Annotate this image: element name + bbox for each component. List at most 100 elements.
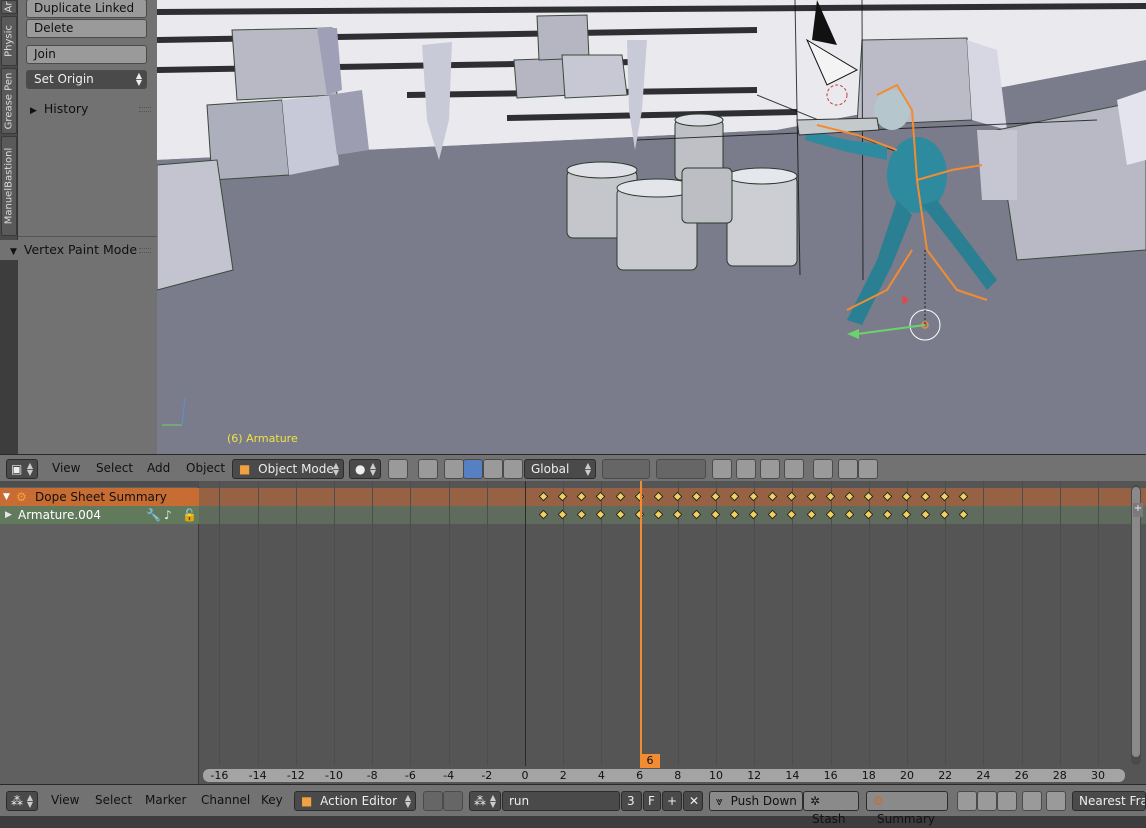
new-action-icon[interactable]: + <box>662 791 682 811</box>
render-camera-icon[interactable] <box>838 459 858 479</box>
sphere-icon: ● <box>355 462 366 476</box>
vertical-scrollbar[interactable] <box>1131 485 1141 765</box>
layers-grid-2[interactable] <box>656 459 706 479</box>
lock-icon[interactable]: 🔓 <box>182 506 197 524</box>
editor-mode-dropdown[interactable]: ■ Action Editor ▲ ▼ <box>294 791 416 811</box>
orientation-dropdown[interactable]: Global ▲ ▼ <box>524 459 596 479</box>
channel-dope-sheet-summary[interactable]: ▼ ⚙ Dope Sheet Summary <box>0 488 199 506</box>
menu-select[interactable]: Select <box>95 787 132 814</box>
editor-type-button[interactable]: ▣ ▲ ▼ <box>6 459 38 479</box>
grid-line <box>295 481 297 766</box>
snap-element-icon[interactable] <box>784 459 804 479</box>
delete-button[interactable]: Delete <box>26 19 147 38</box>
collapse-arrow-icon: ▼ <box>10 247 17 257</box>
fake-user-button[interactable]: F <box>643 791 661 811</box>
menu-key[interactable]: Key <box>261 787 283 814</box>
wrench-icon[interactable]: 🔧 <box>146 506 161 524</box>
ruler-tick-label: 30 <box>1091 769 1105 782</box>
join-button[interactable]: Join <box>26 45 147 64</box>
expand-arrow-icon: ▶ <box>30 106 37 116</box>
manipulator-toggle-icon[interactable] <box>444 459 464 479</box>
ruler-tick-label: 22 <box>938 769 953 782</box>
drag-grip-icon[interactable] <box>139 248 151 253</box>
duplicate-linked-button[interactable]: Duplicate Linked <box>26 0 147 18</box>
vertex-paint-panel-header[interactable]: ▼ Vertex Paint Mode <box>0 240 157 260</box>
ruler-tick-label: 0 <box>521 769 529 782</box>
stash-button[interactable]: ✲ Stash <box>803 791 859 826</box>
menu-view[interactable]: View <box>52 455 80 482</box>
tab-manuelbastionl[interactable]: ManuelBastionl <box>1 136 17 236</box>
action-users-count[interactable]: 3 <box>621 791 642 811</box>
updown-arrows-icon: ▲ ▼ <box>26 461 33 477</box>
menu-marker[interactable]: Marker <box>145 787 186 814</box>
ruler-tick-label: -2 <box>481 769 493 782</box>
channel-armature[interactable]: ▶ Armature.004 🔧 ♪ 🔓 <box>0 506 199 524</box>
ruler-tick-label: 6 <box>636 769 644 782</box>
grid-line <box>257 481 259 766</box>
summary-toggle[interactable]: ⚙ Summary <box>866 791 948 826</box>
dope-sheet-timeline[interactable]: 6 -16 -14 -12 -10 -8 -6 -4 -2 0 2 4 6 8 10 12 14 16 18 20 2… <box>199 481 1146 784</box>
lock-layers-icon[interactable] <box>712 459 732 479</box>
grid-line <box>410 481 412 766</box>
set-origin-dropdown[interactable]: Set Origin ▲ ▼ <box>26 70 147 89</box>
current-frame-line[interactable] <box>640 481 642 766</box>
dopesheet-icon: ⁂ <box>11 794 23 808</box>
3d-viewport[interactable]: (6) Armature <box>157 0 1146 454</box>
menu-channel[interactable]: Channel <box>201 787 250 814</box>
grid-line <box>334 481 335 766</box>
proportional-edit-icon[interactable] <box>736 459 756 479</box>
menu-select[interactable]: Select <box>96 455 133 482</box>
grid-line <box>830 481 832 766</box>
drag-grip-icon[interactable] <box>139 107 151 112</box>
search-icon[interactable] <box>1022 791 1042 811</box>
menu-object[interactable]: Object <box>186 455 225 482</box>
dope-sheet-header: ⁂ ▲ ▼ View Select Marker Channel Key ■ Ac… <box>0 784 1146 826</box>
only-selected-icon[interactable] <box>957 791 977 811</box>
target-icon[interactable] <box>997 791 1017 811</box>
rotate-icon[interactable] <box>483 459 503 479</box>
ruler-tick-label: -6 <box>404 769 416 782</box>
frame-ruler[interactable]: -16 -14 -12 -10 -8 -6 -4 -2 0 2 4 6 8 10 12 14 16 18 20 22 2… <box>203 769 1125 782</box>
menu-view[interactable]: View <box>51 787 79 814</box>
up-icon[interactable] <box>443 791 463 811</box>
ruler-tick-label: 10 <box>709 769 723 782</box>
ruler-tick-label: 24 <box>976 769 991 782</box>
proportional-icon[interactable] <box>418 459 438 479</box>
add-scrollbar-icon[interactable]: + <box>1133 503 1143 517</box>
ruler-tick-label: -12 <box>286 769 305 782</box>
editor-type-button[interactable]: ⁂ ▲ ▼ <box>6 791 38 811</box>
snap-mode-dropdown[interactable]: Nearest Fram <box>1072 791 1146 811</box>
tab-physics[interactable]: Physic <box>1 16 17 66</box>
grid-line <box>792 481 794 766</box>
filter-icon[interactable] <box>423 791 443 811</box>
speaker-icon[interactable]: ♪ <box>164 506 172 524</box>
tab-grease-pencil[interactable]: Grease Pen <box>1 68 17 134</box>
snap-magnet-icon[interactable] <box>760 459 780 479</box>
snap-target-icon[interactable] <box>813 459 833 479</box>
menu-add[interactable]: Add <box>147 455 170 482</box>
history-panel-header[interactable]: ▶ History <box>18 99 157 119</box>
channel-label: Dope Sheet Summary <box>35 490 167 504</box>
tab-ar[interactable]: Ar <box>1 0 17 14</box>
render-clapper-icon[interactable] <box>858 459 878 479</box>
current-frame-badge[interactable]: 6 <box>640 754 660 768</box>
grid-line <box>563 481 565 766</box>
mode-dropdown[interactable]: ■ Object Mode ▲ ▼ <box>232 459 344 479</box>
action-name-field[interactable]: run <box>502 791 620 811</box>
push-down-button[interactable]: ⩔ Push Down <box>709 791 803 811</box>
action-browse-button[interactable]: ⁂ ▲ ▼ <box>469 791 501 811</box>
updown-arrows-icon: ▲ ▼ <box>369 461 376 477</box>
ruler-tick-label: 4 <box>597 769 605 782</box>
summary-label: Summary <box>877 812 935 826</box>
grid-line <box>1021 481 1023 766</box>
scale-icon[interactable] <box>503 459 523 479</box>
pivot-icon[interactable] <box>388 459 408 479</box>
translate-icon[interactable] <box>463 459 483 479</box>
channel-label: Armature.004 <box>18 508 102 522</box>
shading-dropdown[interactable]: ● ▲ ▼ <box>349 459 381 479</box>
view3d-header: ▣ ▲ ▼ View Select Add Object ■ Object Mod… <box>0 454 1146 481</box>
auto-snap-icon[interactable] <box>1046 791 1066 811</box>
unlink-action-icon[interactable]: ✕ <box>683 791 703 811</box>
layers-grid-1[interactable] <box>602 459 650 479</box>
ghost-icon[interactable] <box>977 791 997 811</box>
